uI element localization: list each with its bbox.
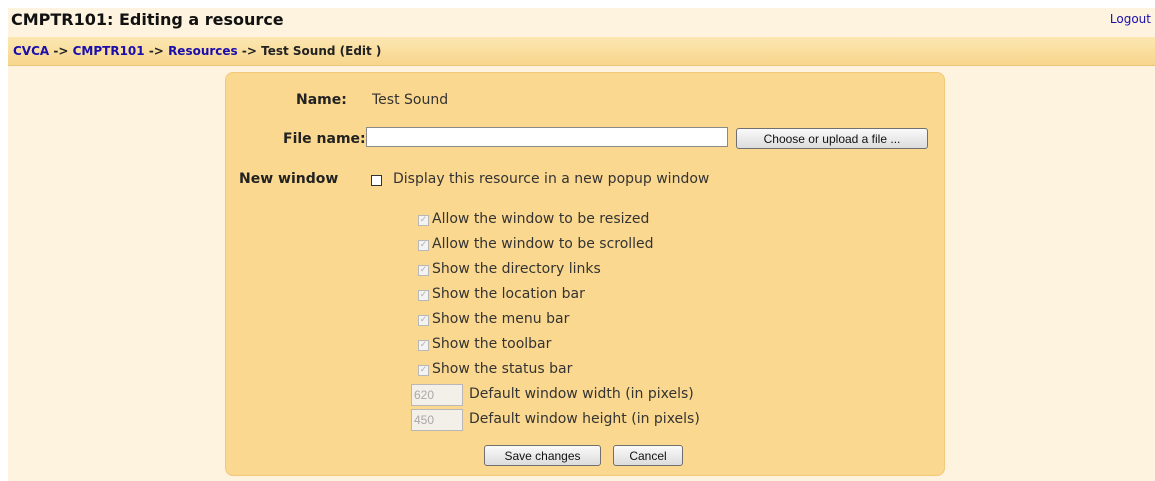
breadcrumb-cvca[interactable]: CVCA — [13, 44, 49, 58]
directories-label: Show the directory links — [432, 261, 601, 277]
menubar-label: Show the menu bar — [432, 311, 570, 327]
resource-form-panel: Name: Test Sound File name: Choose or up… — [225, 72, 945, 476]
navigation-bar: CVCA -> CMPTR101 -> Resources -> Test So… — [8, 37, 1155, 66]
breadcrumb-separator: -> — [53, 44, 69, 58]
resizable-checkbox[interactable]: ✓ — [418, 215, 429, 226]
choose-file-button[interactable]: Choose or upload a file ... — [736, 128, 928, 149]
new-window-option-label: Display this resource in a new popup win… — [393, 171, 710, 187]
breadcrumb: CVCA -> CMPTR101 -> Resources -> Test So… — [13, 44, 381, 58]
location-label: Show the location bar — [432, 286, 585, 302]
scrollbars-label: Allow the window to be scrolled — [432, 236, 654, 252]
scrollbars-checkbox[interactable]: ✓ — [418, 240, 429, 251]
window-height-input[interactable] — [411, 409, 463, 431]
name-label: Name: — [296, 92, 347, 108]
filename-input[interactable] — [366, 127, 728, 147]
cancel-button[interactable]: Cancel — [613, 445, 683, 466]
new-window-checkbox[interactable] — [371, 175, 382, 186]
breadcrumb-separator: -> — [148, 44, 164, 58]
page-title: CMPTR101: Editing a resource — [11, 10, 284, 29]
menubar-checkbox[interactable]: ✓ — [418, 315, 429, 326]
new-window-label: New window — [239, 171, 339, 187]
save-changes-button[interactable]: Save changes — [484, 445, 601, 466]
statusbar-label: Show the status bar — [432, 361, 573, 377]
name-value: Test Sound — [372, 92, 449, 108]
window-height-label: Default window height (in pixels) — [469, 411, 700, 427]
breadcrumb-course[interactable]: CMPTR101 — [73, 44, 145, 58]
filename-label: File name: — [283, 131, 366, 147]
resizable-label: Allow the window to be resized — [432, 211, 650, 227]
toolbar-checkbox[interactable]: ✓ — [418, 340, 429, 351]
toolbar-label: Show the toolbar — [432, 336, 552, 352]
logout-link[interactable]: Logout — [1110, 12, 1151, 26]
location-checkbox[interactable]: ✓ — [418, 290, 429, 301]
breadcrumb-resources[interactable]: Resources — [168, 44, 238, 58]
page: CMPTR101: Editing a resource Logout CVCA… — [8, 8, 1155, 481]
window-width-input[interactable] — [411, 384, 463, 406]
breadcrumb-separator: -> — [241, 44, 257, 58]
breadcrumb-current: Test Sound (Edit ) — [261, 44, 382, 58]
directories-checkbox[interactable]: ✓ — [418, 265, 429, 276]
statusbar-checkbox[interactable]: ✓ — [418, 365, 429, 376]
window-width-label: Default window width (in pixels) — [469, 386, 694, 402]
